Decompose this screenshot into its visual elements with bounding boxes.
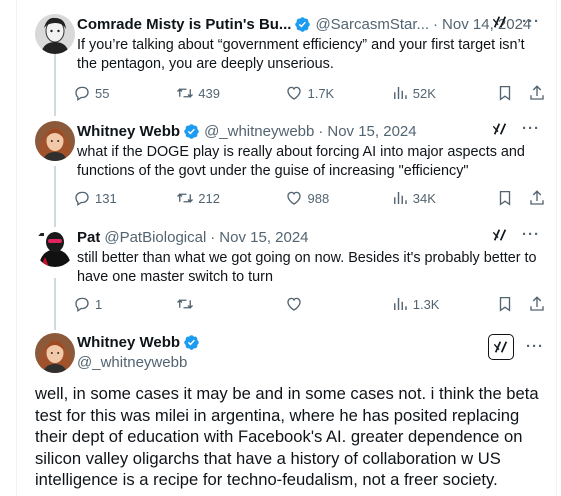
bookmark-button[interactable] — [496, 84, 514, 102]
grok-button[interactable] — [488, 334, 514, 360]
bookmark-icon — [499, 190, 511, 206]
tweet[interactable]: Pat @PatBiological · Nov 15, 2024 ··· st… — [17, 227, 558, 317]
tweet-actions: 131 212 988 34K — [73, 188, 546, 208]
verified-badge-icon — [184, 123, 199, 139]
reply-button[interactable]: 131 — [73, 189, 176, 207]
bookmark-icon — [499, 85, 511, 101]
tweet-actions: 55 439 1.7K 52K — [73, 83, 546, 103]
grok-icon[interactable] — [492, 121, 508, 137]
repost-count: 212 — [198, 190, 220, 206]
tweet[interactable]: Whitney Webb @_whitneywebb · Nov 15, 202… — [17, 121, 558, 213]
share-icon — [530, 296, 544, 311]
tweet[interactable]: Comrade Misty is Putin's Bu... @SarcasmS… — [17, 14, 558, 106]
more-options-icon[interactable]: ··· — [522, 14, 540, 29]
avatar[interactable] — [35, 121, 75, 161]
reply-button[interactable]: 55 — [73, 84, 176, 102]
reply-icon — [75, 191, 89, 207]
bookmark-icon — [499, 296, 511, 312]
timestamp[interactable]: Nov 15, 2024 — [219, 229, 308, 246]
separator-dot: · — [210, 228, 216, 246]
share-icon — [530, 85, 544, 100]
views-button[interactable]: 34K — [391, 189, 496, 207]
more-options-icon[interactable]: ··· — [522, 121, 540, 136]
share-button[interactable] — [528, 84, 546, 102]
reply-count: 131 — [95, 190, 117, 206]
repost-icon — [177, 299, 194, 309]
conversation-thread: Comrade Misty is Putin's Bu... @SarcasmS… — [16, 0, 557, 496]
like-button[interactable]: 1.7K — [285, 84, 390, 102]
main-tweet-author: Whitney Webb @_whitneywebb — [77, 334, 204, 371]
views-count: 52K — [412, 85, 436, 101]
tweet-actions: 1 1.3K — [73, 294, 546, 314]
timestamp[interactable]: Nov 15, 2024 — [327, 123, 416, 140]
author-handle[interactable]: @SarcasmStar... — [315, 16, 429, 33]
reply-count: 55 — [95, 85, 110, 101]
repost-icon — [177, 88, 194, 98]
views-button[interactable]: 1.3K — [391, 295, 496, 313]
author-name[interactable]: Pat — [77, 229, 100, 246]
bookmark-button[interactable] — [496, 295, 514, 313]
like-count: 1.7K — [307, 85, 335, 101]
bookmark-button[interactable] — [496, 189, 514, 207]
avatar[interactable] — [35, 227, 75, 267]
author-handle[interactable]: @_whitneywebb — [77, 354, 204, 371]
author-name[interactable]: Whitney Webb — [77, 334, 180, 351]
tweet-text: what if the DOGE play is really about fo… — [77, 144, 525, 179]
views-count: 1.3K — [412, 296, 440, 312]
more-options-icon[interactable]: ··· — [526, 339, 544, 354]
grok-icon[interactable] — [492, 14, 508, 30]
main-tweet-text: well, in some cases it may be and in som… — [35, 384, 539, 490]
repost-button[interactable]: 212 — [176, 189, 285, 207]
reply-icon — [75, 297, 89, 313]
views-icon — [393, 87, 407, 99]
reply-count: 1 — [95, 296, 103, 312]
author-handle[interactable]: @PatBiological — [104, 229, 206, 246]
views-button[interactable]: 52K — [391, 84, 496, 102]
tweet-text: If you’re talking about “government effi… — [77, 37, 525, 72]
author-name[interactable]: Comrade Misty is Putin's Bu... — [77, 16, 291, 33]
repost-count: 439 — [198, 85, 220, 101]
tweet-text: still better than what we got going on n… — [77, 250, 537, 285]
views-count: 34K — [412, 190, 436, 206]
verified-badge-icon — [295, 16, 311, 32]
verified-badge-icon — [184, 335, 199, 350]
repost-icon — [177, 193, 194, 203]
reply-button[interactable]: 1 — [73, 295, 176, 313]
heart-icon — [287, 297, 302, 311]
author-name[interactable]: Whitney Webb — [77, 123, 180, 140]
grok-icon — [493, 341, 508, 353]
like-button[interactable] — [285, 295, 390, 313]
heart-icon — [287, 86, 302, 100]
reply-icon — [75, 86, 89, 102]
separator-dot: · — [318, 122, 324, 140]
more-options-icon[interactable]: ··· — [522, 227, 540, 242]
share-button[interactable] — [528, 295, 546, 313]
like-count: 988 — [307, 190, 330, 206]
separator-dot: · — [433, 15, 439, 33]
avatar[interactable] — [35, 333, 75, 373]
grok-icon[interactable] — [492, 227, 508, 243]
heart-icon — [287, 191, 302, 205]
views-icon — [393, 298, 407, 310]
like-button[interactable]: 988 — [285, 189, 390, 207]
author-handle[interactable]: @_whitneywebb — [204, 123, 314, 140]
repost-button[interactable] — [176, 295, 285, 313]
avatar[interactable] — [35, 14, 75, 54]
views-icon — [393, 192, 407, 204]
share-icon — [530, 190, 544, 205]
share-button[interactable] — [528, 189, 546, 207]
repost-button[interactable]: 439 — [176, 84, 285, 102]
